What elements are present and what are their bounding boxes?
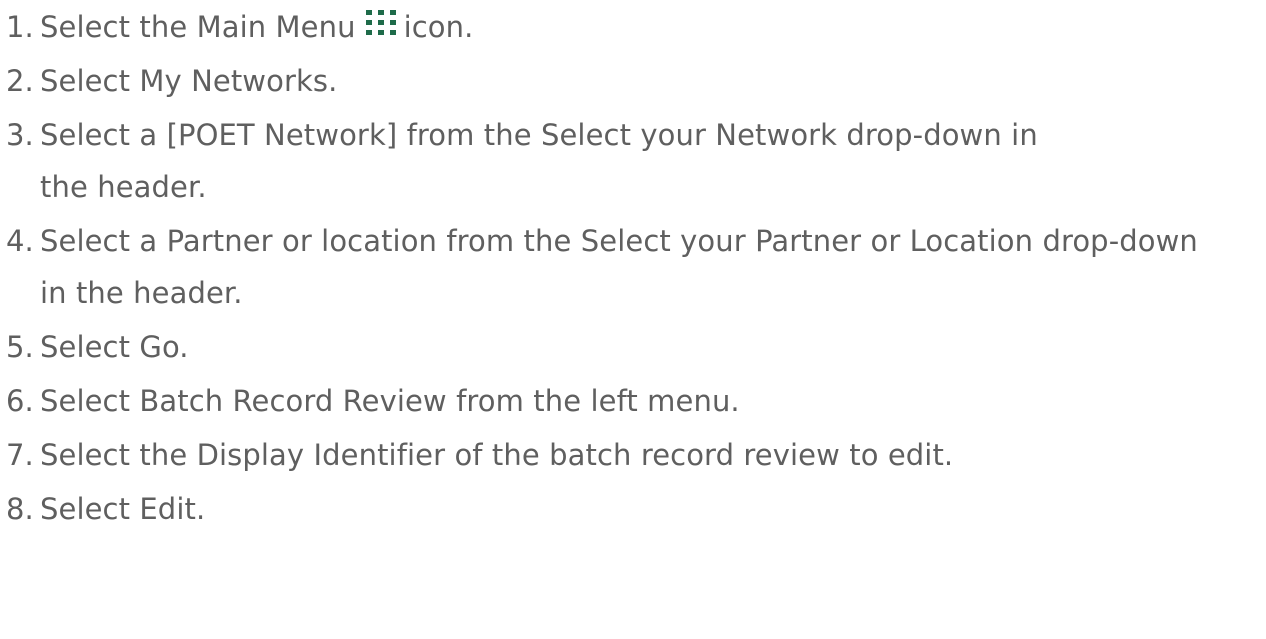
step-number: 1. — [6, 10, 34, 44]
step-text-after-icon: icon. — [403, 10, 474, 44]
step-1: 1. Select the Main Menu icon. — [0, 0, 1266, 54]
step-text: Select a [POET Network] from the Select … — [40, 118, 1038, 204]
step-text: Select the Display Identifier of the bat… — [40, 438, 954, 472]
step-number: 3. — [6, 118, 34, 152]
step-text: Select Edit. — [40, 492, 206, 526]
instruction-steps: 1. Select the Main Menu icon. 2. Select … — [0, 0, 1266, 536]
step-3: 3. Select a [POET Network] from the Sele… — [0, 108, 1070, 214]
step-4: 4. Select a Partner or location from the… — [0, 214, 1220, 320]
step-5: 5. Select Go. — [0, 320, 1266, 374]
step-6: 6. Select Batch Record Review from the l… — [0, 374, 1266, 428]
step-text: Select My Networks. — [40, 64, 338, 98]
main-menu-icon — [364, 8, 398, 38]
step-number: 5. — [6, 330, 34, 364]
step-number: 7. — [6, 438, 34, 472]
step-text: Select Batch Record Review from the left… — [40, 384, 740, 418]
step-number: 2. — [6, 64, 34, 98]
step-text: Select Go. — [40, 330, 189, 364]
step-number: 8. — [6, 492, 34, 526]
step-7: 7. Select the Display Identifier of the … — [0, 428, 1266, 482]
step-2: 2. Select My Networks. — [0, 54, 1266, 108]
step-text: Select the Main Menu — [40, 10, 356, 44]
step-number: 4. — [6, 224, 34, 258]
step-text: Select a Partner or location from the Se… — [40, 224, 1198, 310]
step-8: 8. Select Edit. — [0, 482, 1266, 536]
step-number: 6. — [6, 384, 34, 418]
